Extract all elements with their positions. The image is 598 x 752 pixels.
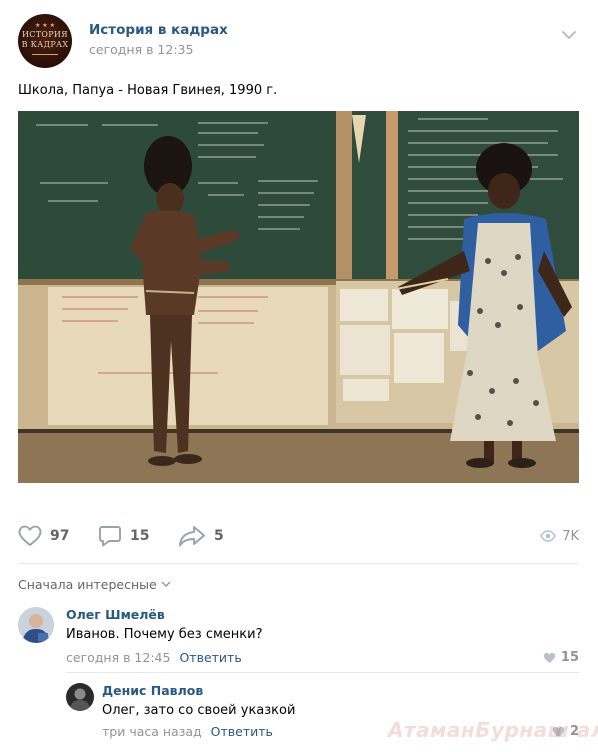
- reply-text: Олег, зато со своей указкой: [102, 703, 296, 718]
- reply-author-avatar[interactable]: [66, 683, 94, 711]
- share-icon: [179, 526, 205, 547]
- comment-icon: [99, 526, 121, 547]
- comment-author-avatar[interactable]: [18, 607, 54, 643]
- heart-icon: [543, 652, 556, 663]
- reply-reply-button[interactable]: Ответить: [211, 724, 273, 739]
- post-timestamp[interactable]: сегодня в 12:35: [89, 42, 193, 57]
- comment-text: Иванов. Почему без сменки?: [66, 627, 263, 642]
- likes-count: 97: [50, 528, 70, 544]
- post-page: ★ ★ ★ ИСТОРИЯ В КАДРАХ История в кадрах …: [0, 0, 598, 752]
- comment-reply-button[interactable]: Ответить: [179, 650, 241, 665]
- reply-time[interactable]: три часа назад: [102, 724, 202, 739]
- reply-meta: три часа назад Ответить: [102, 724, 273, 739]
- views-count: 7K: [562, 528, 579, 544]
- comments-sort-dropdown[interactable]: Сначала интересные: [18, 577, 171, 592]
- share-button[interactable]: 5: [178, 523, 224, 549]
- eye-icon: [540, 530, 557, 542]
- comment-likes-count: 15: [560, 650, 579, 665]
- avatar-stars: ★ ★ ★: [35, 22, 55, 29]
- reply-author-name[interactable]: Денис Павлов: [102, 683, 203, 698]
- comment-button[interactable]: 15: [98, 523, 149, 549]
- comment-author-name[interactable]: Олег Шмелёв: [66, 607, 165, 622]
- comments-count: 15: [130, 528, 150, 544]
- avatar-divider: [32, 54, 58, 55]
- comment-time[interactable]: сегодня в 12:45: [66, 650, 170, 665]
- post-photo[interactable]: [18, 111, 579, 483]
- comment-meta: сегодня в 12:45 Ответить: [66, 650, 242, 665]
- group-avatar[interactable]: ★ ★ ★ ИСТОРИЯ В КАДРАХ: [18, 14, 72, 68]
- reply-divider: [66, 672, 579, 673]
- post-text: Школа, Папуа - Новая Гвинея, 1990 г.: [18, 83, 278, 98]
- avatar-logo-text: ИСТОРИЯ В КАДРАХ: [21, 30, 69, 49]
- comment-like-button[interactable]: 15: [543, 650, 579, 665]
- post-actions-bar: 97 15 5 7K: [18, 523, 579, 549]
- group-name-link[interactable]: История в кадрах: [89, 22, 228, 38]
- heart-icon: [18, 525, 42, 546]
- comments-sort-label: Сначала интересные: [18, 577, 157, 592]
- watermark: АтаманБурнаш али ЯП: [388, 718, 598, 742]
- like-button[interactable]: 97: [18, 523, 69, 549]
- chevron-down-icon: [161, 581, 170, 587]
- views-counter: 7K: [540, 523, 579, 549]
- post-menu-chevron-icon[interactable]: [561, 26, 577, 39]
- shares-count: 5: [214, 528, 224, 544]
- comments-divider: [18, 563, 579, 564]
